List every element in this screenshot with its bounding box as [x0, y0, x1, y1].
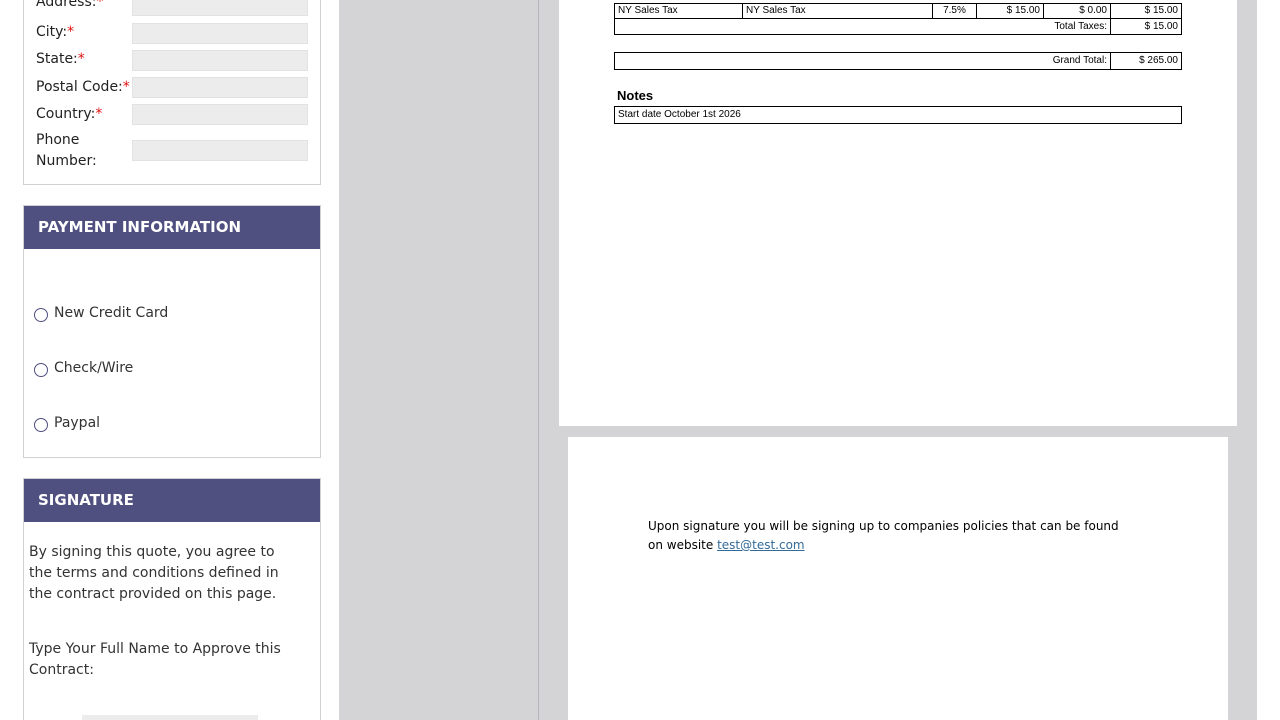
quote-form-panel: Address:* City:* State:* Postal Code:* C…: [0, 0, 339, 720]
tax-rate-cell: 7.5%: [932, 3, 977, 19]
policy-text: Upon signature you will be signing up to…: [648, 519, 1119, 552]
tax-exempt-cell: $ 0.00: [1043, 3, 1111, 19]
right-margin: [1257, 0, 1280, 720]
radio-icon[interactable]: [34, 363, 48, 377]
billing-address-card: Address:* City:* State:* Postal Code:* C…: [23, 0, 321, 185]
tax-total-cell: $ 15.00: [1110, 3, 1182, 19]
payment-information-header: PAYMENT INFORMATION: [24, 206, 320, 249]
signature-card: SIGNATURE By signing this quote, you agr…: [23, 478, 321, 720]
grand-total-value: $ 265.00: [1110, 52, 1182, 70]
signature-header: SIGNATURE: [24, 479, 320, 522]
tax-taxable-cell: $ 15.00: [976, 3, 1044, 19]
radio-icon[interactable]: [34, 418, 48, 432]
city-input[interactable]: [132, 23, 308, 44]
country-label: Country:*: [36, 106, 103, 122]
document-page: NY Sales Tax NY Sales Tax 7.5% $ 15.00 $…: [559, 0, 1237, 426]
viewer-divider: [538, 0, 539, 720]
policy-email-link[interactable]: test@test.com: [717, 538, 805, 552]
notes-title: Notes: [617, 88, 654, 103]
payment-option-credit-card[interactable]: New Credit Card: [34, 304, 168, 322]
phone-number-input[interactable]: [132, 140, 308, 161]
postal-code-label: Postal Code:*: [36, 79, 130, 95]
payment-option-paypal[interactable]: Paypal: [34, 414, 100, 432]
postal-code-input[interactable]: [132, 77, 308, 98]
full-name-input[interactable]: [82, 715, 258, 720]
radio-icon[interactable]: [34, 308, 48, 322]
signature-prompt-text: Type Your Full Name to Approve this Cont…: [29, 641, 281, 678]
address-label: Address:*: [36, 0, 104, 10]
state-label: State:*: [36, 51, 85, 67]
tax-description-cell: NY Sales Tax: [742, 3, 933, 19]
total-taxes-value: $ 15.00: [1110, 18, 1182, 35]
total-taxes-label: Total Taxes:: [614, 18, 1111, 35]
payment-information-card: PAYMENT INFORMATION New Credit Card Chec…: [23, 205, 321, 458]
payment-option-check-wire[interactable]: Check/Wire: [34, 359, 133, 377]
document-page: Upon signature you will be signing up to…: [568, 437, 1228, 720]
state-input[interactable]: [132, 50, 308, 71]
country-input[interactable]: [132, 104, 308, 125]
phone-number-label: Phone Number:: [36, 132, 97, 169]
payment-option-label: New Credit Card: [54, 305, 169, 321]
payment-option-label: Check/Wire: [54, 360, 134, 376]
grand-total-label: Grand Total:: [614, 52, 1111, 70]
signature-terms-text: By signing this quote, you agree to the …: [29, 544, 279, 602]
address-input[interactable]: [132, 0, 308, 16]
city-label: City:*: [36, 24, 75, 40]
payment-option-label: Paypal: [54, 415, 101, 431]
notes-text: Start date October 1st 2026: [614, 106, 1182, 124]
document-viewer[interactable]: NY Sales Tax NY Sales Tax 7.5% $ 15.00 $…: [339, 0, 1257, 720]
tax-name-cell: NY Sales Tax: [614, 3, 743, 19]
